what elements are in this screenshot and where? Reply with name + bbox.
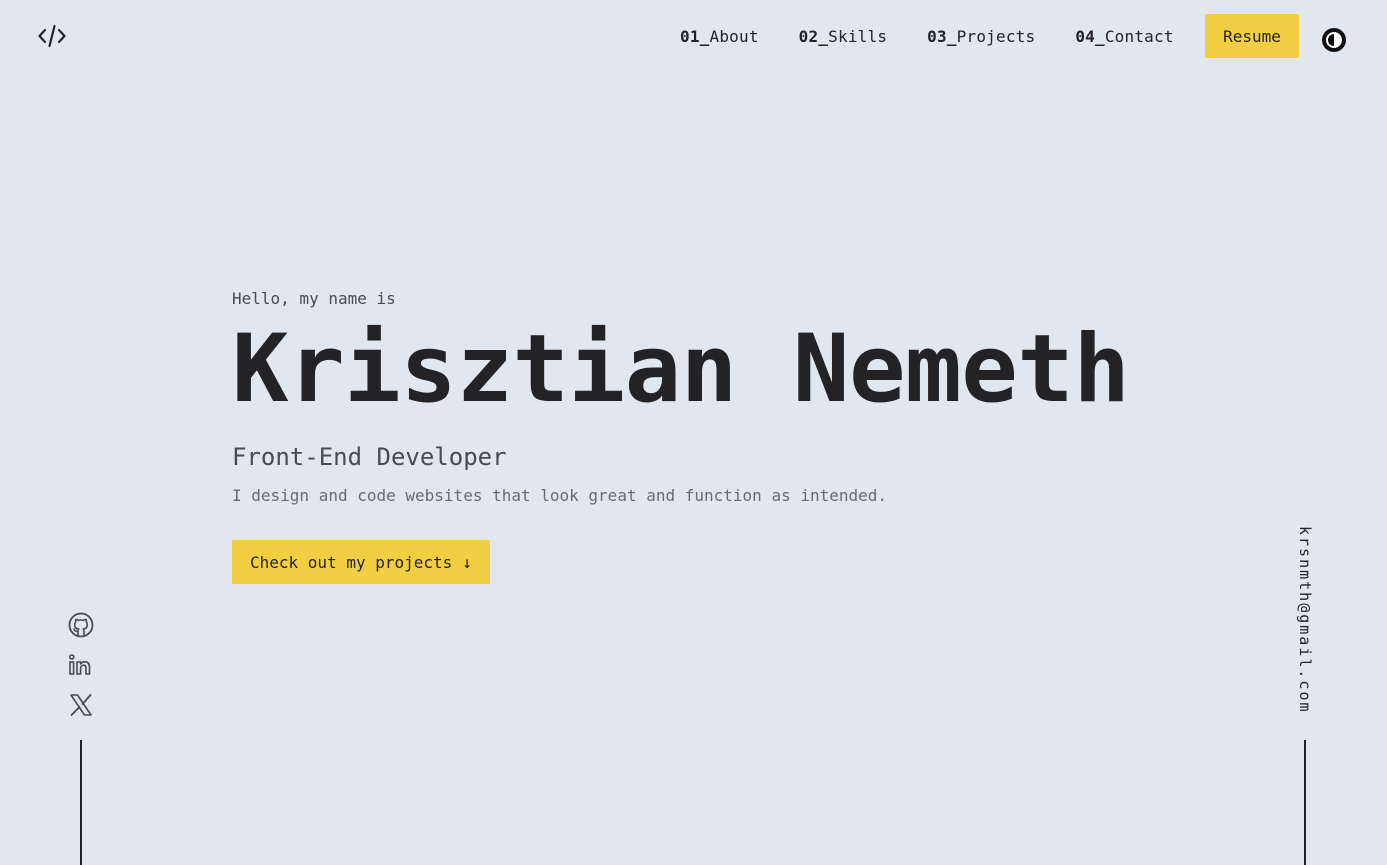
x-icon	[70, 694, 92, 716]
resume-button[interactable]: Resume	[1205, 14, 1299, 58]
email-link[interactable]: krsnmth@gmail.com	[1292, 526, 1318, 714]
contrast-icon[interactable]	[1321, 27, 1347, 53]
nav-item-label: Contact	[1104, 26, 1174, 46]
nav-item-label: Projects	[956, 26, 1036, 46]
nav-item-label: Skills	[828, 26, 888, 46]
nav-item-projects[interactable]: 03_Projects	[927, 27, 1035, 46]
left-rail-line	[80, 740, 82, 865]
github-link[interactable]	[68, 612, 94, 638]
x-link[interactable]	[68, 692, 94, 718]
hero-tagline: I design and code websites that look gre…	[232, 486, 888, 505]
projects-cta-button[interactable]: Check out my projects ↓	[232, 540, 490, 584]
cta-label: Check out my projects	[250, 552, 453, 572]
nav-item-contact[interactable]: 04_Contact	[1075, 27, 1173, 46]
main-nav: 01_About 02_Skills 03_Projects 04_Contac…	[680, 14, 1214, 58]
nav-item-number: 02_	[798, 26, 829, 46]
hero-name: Krisztian Nemeth	[232, 315, 1130, 424]
linkedin-link[interactable]	[68, 652, 94, 678]
nav-item-skills[interactable]: 02_Skills	[799, 27, 888, 46]
greeting-text: Hello, my name is	[232, 289, 396, 308]
hero-section: Hello, my name is Krisztian Nemeth Front…	[232, 288, 1130, 584]
nav-item-number: 03_	[927, 26, 957, 46]
arrow-down-icon: ↓	[462, 552, 472, 572]
social-links	[68, 612, 94, 732]
right-rail-line	[1304, 740, 1306, 865]
github-icon	[68, 612, 94, 638]
nav-item-about[interactable]: 01_About	[680, 27, 759, 46]
linkedin-icon	[68, 654, 91, 675]
nav-item-number: 01_	[680, 26, 710, 46]
code-brackets-icon[interactable]	[38, 24, 66, 48]
nav-item-number: 04_	[1075, 26, 1105, 46]
nav-item-label: About	[709, 26, 759, 46]
page: 01_About 02_Skills 03_Projects 04_Contac…	[0, 0, 1387, 865]
hero-role: Front-End Developer	[232, 443, 507, 471]
